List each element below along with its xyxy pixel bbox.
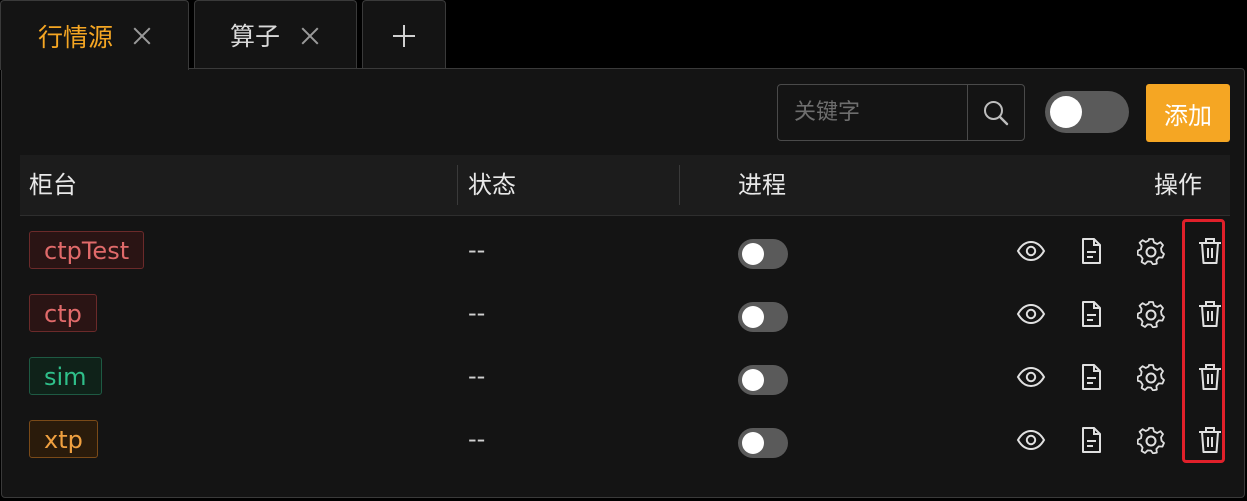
view-icon: [1016, 303, 1046, 325]
settings-button[interactable]: [1136, 425, 1166, 455]
counter-tag: ctp: [29, 294, 97, 332]
counter-tag: xtp: [29, 420, 98, 458]
tab-market-source[interactable]: 行情源: [0, 0, 189, 70]
column-header-actions: 操作: [1154, 171, 1202, 199]
search-icon: [984, 100, 1009, 125]
app-root: 行情源 算子 添加 柜台: [0, 0, 1247, 501]
process-toggle[interactable]: [738, 428, 788, 458]
file-icon: [1080, 237, 1102, 265]
view-button[interactable]: [1016, 362, 1046, 392]
global-toggle[interactable]: [1045, 91, 1129, 133]
column-header-status: 状态: [468, 171, 516, 199]
toggle-knob: [742, 306, 764, 328]
status-text: --: [468, 299, 486, 327]
process-toggle[interactable]: [738, 365, 788, 395]
gear-icon: [1137, 363, 1165, 391]
counter-tag: sim: [29, 357, 102, 395]
table-row: ctp --: [20, 282, 1230, 345]
log-button[interactable]: [1076, 299, 1106, 329]
toggle-knob: [742, 432, 764, 454]
view-button[interactable]: [1016, 236, 1046, 266]
toggle-knob: [742, 369, 764, 391]
status-text: --: [468, 236, 486, 264]
view-icon: [1016, 366, 1046, 388]
process-toggle[interactable]: [738, 239, 788, 269]
tab-operator[interactable]: 算子: [194, 0, 357, 68]
log-button[interactable]: [1076, 425, 1106, 455]
column-header-process: 进程: [738, 171, 786, 199]
column-divider: [679, 165, 680, 205]
view-icon: [1016, 429, 1046, 451]
settings-button[interactable]: [1136, 362, 1166, 392]
content-panel: 添加 柜台 状态 进程 操作 ctpTest -- ctp -- sim -- xtp --: [1, 68, 1245, 498]
gear-icon: [1137, 426, 1165, 454]
view-icon: [1016, 240, 1046, 262]
gear-icon: [1137, 237, 1165, 265]
column-header-counter: 柜台: [29, 171, 77, 199]
process-toggle[interactable]: [738, 302, 788, 332]
table-row: sim --: [20, 345, 1230, 408]
search-input[interactable]: [778, 85, 967, 140]
counter-tag: ctpTest: [29, 231, 145, 269]
plus-icon: [393, 25, 415, 47]
table-row: xtp --: [20, 408, 1230, 471]
search-box: [777, 84, 1025, 141]
file-icon: [1080, 426, 1102, 454]
settings-button[interactable]: [1136, 236, 1166, 266]
column-divider: [457, 165, 458, 205]
gear-icon: [1137, 300, 1165, 328]
tab-label: 行情源: [38, 22, 114, 52]
view-button[interactable]: [1016, 425, 1046, 455]
log-button[interactable]: [1076, 236, 1106, 266]
close-icon[interactable]: [299, 25, 321, 47]
search-button[interactable]: [967, 85, 1024, 140]
table-row: ctpTest --: [20, 219, 1230, 282]
status-text: --: [468, 425, 486, 453]
file-icon: [1080, 300, 1102, 328]
toggle-knob: [742, 243, 764, 265]
log-button[interactable]: [1076, 362, 1106, 392]
highlight-box: [1182, 219, 1225, 463]
add-button[interactable]: 添加: [1146, 84, 1230, 142]
close-icon[interactable]: [131, 25, 153, 47]
tab-bar: 行情源 算子: [0, 0, 1247, 70]
file-icon: [1080, 363, 1102, 391]
table-header: 柜台 状态 进程 操作: [20, 155, 1230, 216]
status-text: --: [468, 362, 486, 390]
view-button[interactable]: [1016, 299, 1046, 329]
add-tab-button[interactable]: [362, 0, 446, 68]
tab-label: 算子: [230, 21, 281, 51]
toggle-knob: [1050, 96, 1082, 128]
settings-button[interactable]: [1136, 299, 1166, 329]
